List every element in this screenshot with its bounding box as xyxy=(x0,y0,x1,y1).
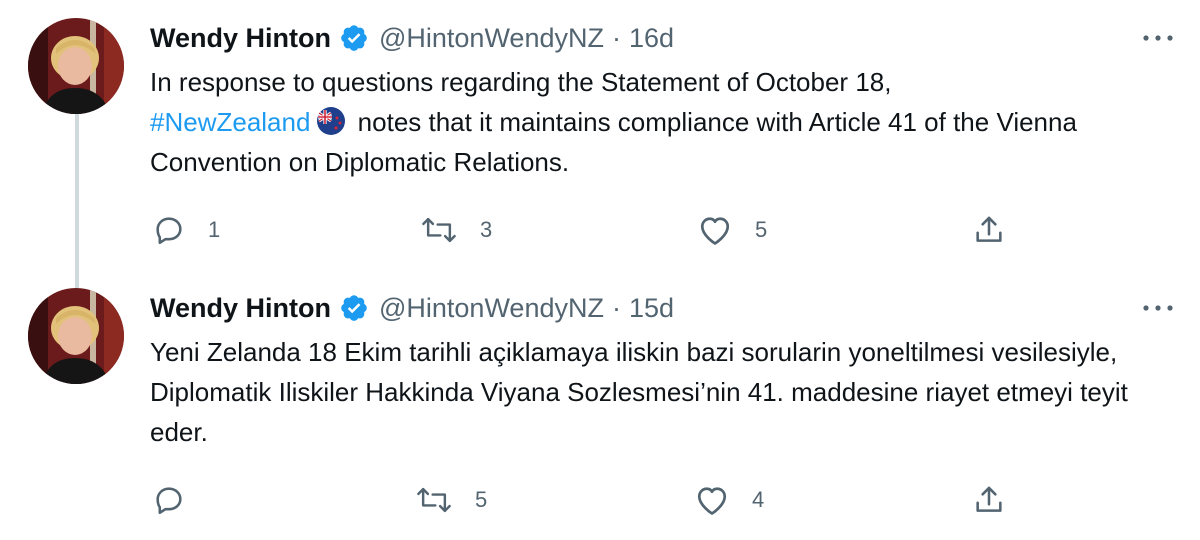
more-icon[interactable] xyxy=(1140,298,1176,318)
tweet-text-part: In response to questions regarding the S… xyxy=(150,67,892,97)
tweet-thread: Wendy Hinton @HintonWendyNZ · 16d In res… xyxy=(0,0,1200,540)
reply-icon xyxy=(152,483,186,517)
verified-badge-icon xyxy=(339,23,369,53)
tweet-text: In response to questions regarding the S… xyxy=(150,62,1170,182)
timestamp[interactable]: 15d xyxy=(629,293,674,324)
reply-button[interactable]: 1 xyxy=(152,208,220,252)
reply-button[interactable] xyxy=(152,478,208,522)
avatar[interactable] xyxy=(28,18,124,114)
retweet-count: 3 xyxy=(480,217,493,242)
share-icon xyxy=(972,483,1006,517)
share-button[interactable] xyxy=(972,478,1006,522)
share-button[interactable] xyxy=(972,208,1006,252)
tweet-text: Yeni Zelanda 18 Ekim tarihli açiklamaya … xyxy=(150,337,1128,447)
retweet-icon xyxy=(420,213,458,247)
avatar[interactable] xyxy=(28,288,124,384)
separator: · xyxy=(611,22,621,53)
author-name[interactable]: Wendy Hinton xyxy=(150,293,331,324)
hashtag-link[interactable]: #NewZealand xyxy=(150,107,310,137)
like-icon xyxy=(697,213,733,247)
retweet-button[interactable]: 5 xyxy=(415,478,487,522)
verified-badge-icon xyxy=(339,293,369,323)
retweet-icon xyxy=(415,483,453,517)
like-icon xyxy=(694,483,730,517)
tweet-actions: 5 4 xyxy=(0,478,1200,522)
timestamp[interactable]: 16d xyxy=(629,23,674,54)
like-count: 4 xyxy=(752,487,765,512)
author-handle[interactable]: @HintonWendyNZ xyxy=(379,23,604,54)
author-name[interactable]: Wendy Hinton xyxy=(150,23,331,54)
nz-flag-icon xyxy=(316,106,346,136)
like-button[interactable]: 4 xyxy=(694,478,764,522)
author-handle[interactable]: @HintonWendyNZ xyxy=(379,293,604,324)
reply-icon xyxy=(152,213,186,247)
retweet-count: 5 xyxy=(475,487,488,512)
retweet-button[interactable]: 3 xyxy=(420,208,492,252)
share-icon xyxy=(972,213,1006,247)
tweet-actions: 1 3 5 xyxy=(0,208,1200,252)
reply-count: 1 xyxy=(208,217,221,242)
more-icon[interactable] xyxy=(1140,28,1176,48)
tweet[interactable]: Wendy Hinton @HintonWendyNZ · 15d Yeni Z… xyxy=(0,270,1200,540)
separator: · xyxy=(611,292,621,323)
tweet[interactable]: Wendy Hinton @HintonWendyNZ · 16d In res… xyxy=(0,0,1200,270)
like-count: 5 xyxy=(755,217,768,242)
like-button[interactable]: 5 xyxy=(697,208,767,252)
